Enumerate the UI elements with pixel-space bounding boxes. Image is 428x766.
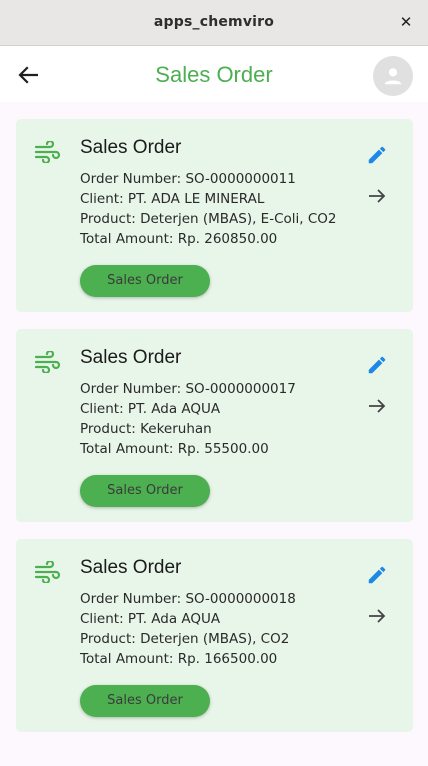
product-list: Product: Kekeruhan [80,421,212,437]
total-amount: Total Amount: Rp. 166500.00 [80,651,278,667]
sales-order-button[interactable]: Sales Order [80,685,210,717]
arrow-forward-icon[interactable] [366,185,388,207]
arrow-forward-icon[interactable] [366,605,388,627]
edit-icon[interactable] [366,144,388,166]
page-title: Sales Order [155,62,273,87]
total-amount: Total Amount: Rp. 55500.00 [80,441,269,457]
order-number: Order Number: SO-0000000017 [80,381,296,397]
card-title: Sales Order [80,557,182,578]
window-titlebar: apps_chemviro ✕ [0,0,428,46]
app-bar: Sales Order [0,46,428,102]
client-name: Client: PT. Ada AQUA [80,401,221,417]
product-list: Product: Deterjen (MBAS), CO2 [80,631,290,647]
product-list: Product: Deterjen (MBAS), E-Coli, CO2 [80,211,337,227]
sales-order-button[interactable]: Sales Order [80,475,210,507]
order-number: Order Number: SO-0000000018 [80,591,296,607]
wind-icon [34,351,61,373]
edit-icon[interactable] [366,564,388,586]
card-title: Sales Order [80,137,182,158]
sales-order-card[interactable]: Sales Order Order Number: SO-0000000017 … [16,329,413,522]
sales-order-card[interactable]: Sales Order Order Number: SO-0000000018 … [16,539,413,732]
client-name: Client: PT. ADA LE MINERAL [80,191,265,207]
total-amount: Total Amount: Rp. 260850.00 [80,231,278,247]
card-title: Sales Order [80,347,182,368]
edit-icon[interactable] [366,354,388,376]
order-number: Order Number: SO-0000000011 [80,171,296,187]
avatar[interactable] [373,56,413,96]
arrow-forward-icon[interactable] [366,395,388,417]
sales-order-card[interactable]: Sales Order Order Number: SO-0000000011 … [16,119,413,312]
client-name: Client: PT. Ada AQUA [80,611,221,627]
sales-order-button[interactable]: Sales Order [80,265,210,297]
wind-icon [34,141,61,163]
window-close-button[interactable]: ✕ [398,12,414,32]
window-title: apps_chemviro [153,14,275,30]
person-icon [384,68,402,85]
wind-icon [34,561,61,583]
